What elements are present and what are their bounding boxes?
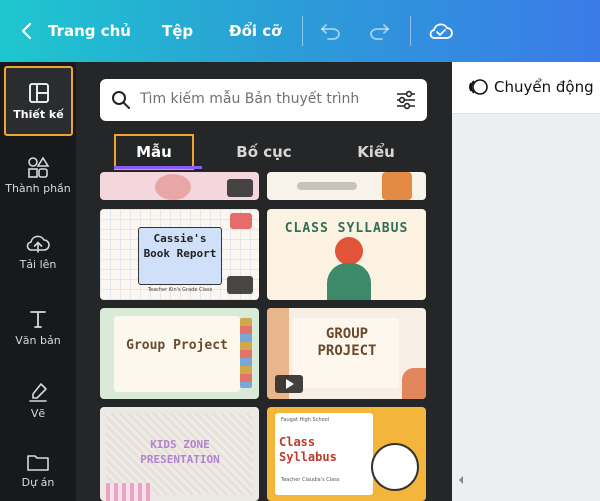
sidebar-item-label: Dự án	[21, 475, 55, 489]
redo-icon	[370, 24, 390, 40]
motion-icon	[469, 79, 488, 95]
animate-button[interactable]	[468, 76, 490, 102]
left-sidebar: Thiết kế Thành phần Tải lên Văn bản Vẽ D…	[0, 62, 76, 501]
sidebar-item-uploads[interactable]: Tải lên	[0, 216, 76, 286]
cat-illustration	[371, 443, 419, 491]
sidebar-item-design[interactable]: Thiết kế	[4, 66, 73, 136]
home-button[interactable]: Trang chủ	[20, 0, 131, 62]
top-toolbar: Trang chủ Tệp Đổi cỡ	[0, 0, 600, 62]
template-card[interactable]	[267, 172, 426, 200]
template-illustration	[106, 483, 152, 501]
chevron-left-icon	[21, 22, 32, 40]
sidebar-item-label: Vẽ	[30, 406, 46, 420]
active-tab-indicator	[114, 166, 202, 169]
toolbar-divider	[410, 16, 411, 46]
template-grid: Cassie's Book Report Teacher Kin's Grade…	[76, 172, 452, 501]
template-illustration	[335, 237, 363, 265]
draw-icon	[29, 382, 47, 402]
template-illustration	[240, 318, 252, 388]
template-card[interactable]: Group Project	[100, 308, 259, 399]
scroll-left-arrow-icon	[459, 476, 463, 484]
template-illustration	[114, 316, 240, 392]
search-input[interactable]: Tìm kiếm mẫu Bản thuyết trình	[100, 79, 427, 121]
template-card[interactable]: Faugat High School Class Syllabus Teache…	[267, 407, 426, 501]
template-title: CLASS SYLLABUS	[284, 221, 409, 236]
editor-area: Chuyển động	[452, 62, 600, 501]
template-title: Class Syllabus	[279, 435, 337, 464]
template-card[interactable]	[100, 172, 259, 200]
sidebar-item-elements[interactable]: Thành phần	[0, 140, 76, 210]
template-caption: Teacher Kin's Grade Class	[147, 287, 213, 293]
template-illustration	[382, 172, 412, 200]
sidebar-item-draw[interactable]: Vẽ	[0, 365, 76, 435]
sidebar-item-text[interactable]: Văn bản	[0, 292, 76, 362]
folder-icon	[27, 454, 49, 471]
template-card[interactable]: CLASS SYLLABUS	[267, 209, 426, 300]
animated-badge-icon	[227, 276, 253, 294]
template-illustration	[155, 174, 191, 200]
editor-toolbar: Chuyển động	[452, 62, 600, 114]
sidebar-item-label: Thành phần	[5, 181, 71, 195]
horizontal-scrollbar[interactable]	[452, 474, 600, 486]
tab-label: Mẫu	[136, 143, 172, 161]
save-status-button[interactable]	[428, 0, 454, 62]
cloud-upload-icon	[26, 235, 50, 253]
home-label: Trang chủ	[48, 22, 131, 40]
animated-badge-icon	[227, 179, 253, 197]
redo-button[interactable]	[368, 0, 390, 62]
template-card[interactable]: KIDS ZONE PRESENTATION	[100, 407, 259, 501]
video-badge-icon	[275, 375, 303, 393]
sidebar-item-projects[interactable]: Dự án	[0, 435, 76, 501]
template-title: Group Project	[126, 338, 228, 353]
template-title: Cassie's Book Report	[143, 232, 217, 260]
template-caption: Teacher Claudia's Class	[281, 477, 340, 483]
template-title: GROUP PROJECT	[317, 326, 377, 359]
resize-button[interactable]: Đổi cỡ	[229, 0, 281, 62]
sidebar-item-label: Thiết kế	[13, 107, 64, 121]
cloud-check-icon	[429, 23, 453, 39]
undo-button[interactable]	[320, 0, 342, 62]
sidebar-item-label: Tải lên	[19, 257, 57, 271]
templates-panel: Tìm kiếm mẫu Bản thuyết trình Mẫu Bố cục…	[76, 62, 452, 501]
canvas-area[interactable]	[452, 114, 600, 501]
shapes-icon	[28, 155, 50, 178]
search-icon	[112, 91, 130, 109]
undo-icon	[320, 24, 340, 40]
filter-icon[interactable]	[395, 90, 417, 110]
tab-label: Bố cục	[236, 143, 292, 161]
file-menu-button[interactable]: Tệp	[162, 0, 193, 62]
template-card[interactable]: Cassie's Book Report Teacher Kin's Grade…	[100, 209, 259, 300]
template-illustration	[230, 213, 252, 229]
template-header: Faugat High School	[281, 417, 330, 423]
template-illustration	[297, 182, 357, 190]
animate-label: Chuyển động	[494, 78, 594, 96]
toolbar-divider	[302, 16, 303, 46]
sidebar-item-label: Văn bản	[15, 333, 61, 347]
layout-icon	[28, 82, 49, 103]
resize-label: Đổi cỡ	[229, 22, 282, 40]
template-card[interactable]: GROUP PROJECT	[267, 308, 426, 399]
template-illustration	[402, 368, 426, 399]
template-title: KIDS ZONE PRESENTATION	[140, 438, 220, 466]
panel-tabs: Mẫu Bố cục Kiểu	[76, 134, 452, 170]
text-icon	[30, 310, 46, 328]
search-placeholder: Tìm kiếm mẫu Bản thuyết trình	[140, 91, 360, 107]
tab-styles[interactable]: Kiểu	[336, 134, 416, 170]
template-illustration	[327, 263, 371, 300]
tab-templates[interactable]: Mẫu	[114, 134, 194, 170]
tab-layouts[interactable]: Bố cục	[216, 134, 312, 170]
tab-label: Kiểu	[357, 143, 395, 161]
file-label: Tệp	[162, 22, 194, 40]
